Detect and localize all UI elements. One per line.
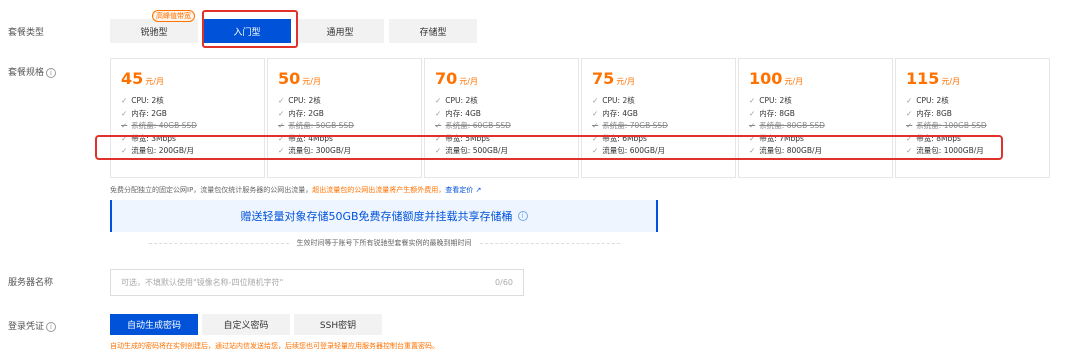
credential-note: 自动生成的密码将在实例创建后，通过站内信发送给您，后续您也可登录轻量应用服务器控… xyxy=(110,342,439,350)
check-icon: ✓ xyxy=(592,96,599,105)
tab-ssh-key[interactable]: SSH密钥 xyxy=(294,314,382,335)
check-icon: ✓ xyxy=(906,96,913,105)
plan-card[interactable]: 50 元/月 ✓ CPU: 2核 ✓ 内存: 2GB ✓ 系统盘: 50GB SSD ✓ 带宽: … xyxy=(267,58,422,178)
check-icon: ✓ xyxy=(592,108,599,118)
tab-auto-password[interactable]: 自动生成密码 xyxy=(110,314,198,335)
plan-spec-item: ✓ 内存: 8GB xyxy=(906,108,952,118)
check-icon: ✓ xyxy=(435,108,442,118)
view-pricing-link[interactable]: 查看定价 xyxy=(445,186,473,194)
plan-card[interactable]: 70 元/月 ✓ CPU: 2核 ✓ 内存: 4GB ✓ 系统盘: 60GB SSD ✓ 带宽: … xyxy=(424,58,579,178)
tab-general[interactable]: 通用型 xyxy=(296,19,384,43)
char-counter: 0/60 xyxy=(495,278,513,287)
plan-card[interactable]: 100 元/月 ✓ CPU: 2核 ✓ 内存: 8GB ✓ 系统盘: 80GB SSD ✓ 带宽:… xyxy=(738,58,893,178)
check-icon: ✓ xyxy=(278,108,285,118)
check-icon: ✓ xyxy=(749,96,756,105)
plan-type-label: 套餐类型 xyxy=(8,28,45,38)
plan-spec-item: ✓ CPU: 2核 xyxy=(906,96,949,105)
check-icon: ✓ xyxy=(121,96,128,105)
plan-spec-label: 套餐规格 i xyxy=(8,65,57,78)
plan-card[interactable]: 115 元/月 ✓ CPU: 2核 ✓ 内存: 8GB ✓ 系统盘: 100GB SSD ✓ 带宽… xyxy=(895,58,1050,178)
plan-spec-item: ✓ 内存: 8GB xyxy=(749,108,795,118)
gift-validity-note: 生效时间等于账号下所有锐驰型套餐实例的最晚到期时间 xyxy=(110,238,658,248)
check-icon: ✓ xyxy=(278,121,285,130)
check-icon: ✓ xyxy=(121,121,128,130)
plan-spec-item: ✓ 系统盘: 60GB SSD xyxy=(435,121,511,130)
plan-spec-item: ✓ 内存: 2GB xyxy=(278,108,324,118)
plan-spec-item: ✓ CPU: 2核 xyxy=(435,96,478,105)
high-bandwidth-badge: 高峰值带宽 xyxy=(152,10,195,22)
tab-custom-password[interactable]: 自定义密码 xyxy=(202,314,290,335)
bandwidth-highlight-box xyxy=(95,135,1003,160)
check-icon: ✓ xyxy=(906,108,913,118)
plan-card[interactable]: 75 元/月 ✓ CPU: 2核 ✓ 内存: 4GB ✓ 系统盘: 70GB SSD ✓ 带宽: … xyxy=(581,58,736,178)
check-icon: ✓ xyxy=(121,108,128,118)
plan-price: 45 元/月 xyxy=(121,69,164,88)
tab-highlight-box xyxy=(202,10,298,48)
info-icon[interactable]: i xyxy=(46,67,57,78)
public-ip-note: 免费分配独立的固定公网IP，流量包仅统计服务器的公网出流量，超出流量包的公网出流… xyxy=(110,186,482,194)
plan-card[interactable]: 45 元/月 ✓ CPU: 2核 ✓ 内存: 2GB ✓ 系统盘: 40GB SSD ✓ 带宽: … xyxy=(110,58,265,178)
plan-spec-item: ✓ CPU: 2核 xyxy=(592,96,635,105)
plan-price: 50 元/月 xyxy=(278,69,321,88)
gift-storage-banner: 赠送轻量对象存储50GB免费存储额度并挂载共享存储桶 i xyxy=(110,200,658,232)
check-icon: ✓ xyxy=(906,121,913,130)
credential-tabs: 自动生成密码 自定义密码 SSH密钥 xyxy=(110,314,382,335)
credential-label: 登录凭证 i xyxy=(8,319,57,332)
plan-spec-item: ✓ 内存: 2GB xyxy=(121,108,167,118)
check-icon: ✓ xyxy=(749,121,756,130)
check-icon: ✓ xyxy=(592,121,599,130)
plan-spec-item: ✓ CPU: 2核 xyxy=(278,96,321,105)
plan-price: 70 元/月 xyxy=(435,69,478,88)
plan-price: 75 元/月 xyxy=(592,69,635,88)
plan-price: 115 元/月 xyxy=(906,69,961,88)
tab-ruichi[interactable]: 锐驰型 xyxy=(110,19,198,43)
plan-price: 100 元/月 xyxy=(749,69,804,88)
plan-spec-item: ✓ 内存: 4GB xyxy=(435,108,481,118)
server-name-placeholder: 可选，不填默认使用"镜像名称-四位随机字符" xyxy=(121,278,284,287)
plan-spec-item: ✓ 系统盘: 100GB SSD xyxy=(906,121,987,130)
check-icon: ✓ xyxy=(749,108,756,118)
check-icon: ✓ xyxy=(435,121,442,130)
plan-spec-item: ✓ 系统盘: 70GB SSD xyxy=(592,121,668,130)
plan-spec-item: ✓ CPU: 2核 xyxy=(749,96,792,105)
server-name-label: 服务器名称 xyxy=(8,278,54,288)
info-icon[interactable]: i xyxy=(517,211,528,221)
plan-cards: 45 元/月 ✓ CPU: 2核 ✓ 内存: 2GB ✓ 系统盘: 40GB SSD ✓ 带宽: … xyxy=(110,58,1050,178)
tab-storage[interactable]: 存储型 xyxy=(389,19,477,43)
plan-spec-item: ✓ 内存: 4GB xyxy=(592,108,638,118)
plan-spec-item: ✓ 系统盘: 80GB SSD xyxy=(749,121,825,130)
plan-spec-item: ✓ 系统盘: 40GB SSD xyxy=(121,121,197,130)
plan-spec-item: ✓ 系统盘: 50GB SSD xyxy=(278,121,354,130)
check-icon: ✓ xyxy=(278,96,285,105)
plan-spec-item: ✓ CPU: 2核 xyxy=(121,96,164,105)
check-icon: ✓ xyxy=(435,96,442,105)
server-name-input[interactable]: 可选，不填默认使用"镜像名称-四位随机字符" 0/60 xyxy=(110,269,524,296)
info-icon[interactable]: i xyxy=(46,321,57,332)
external-link-icon[interactable]: ↗ xyxy=(473,186,482,194)
